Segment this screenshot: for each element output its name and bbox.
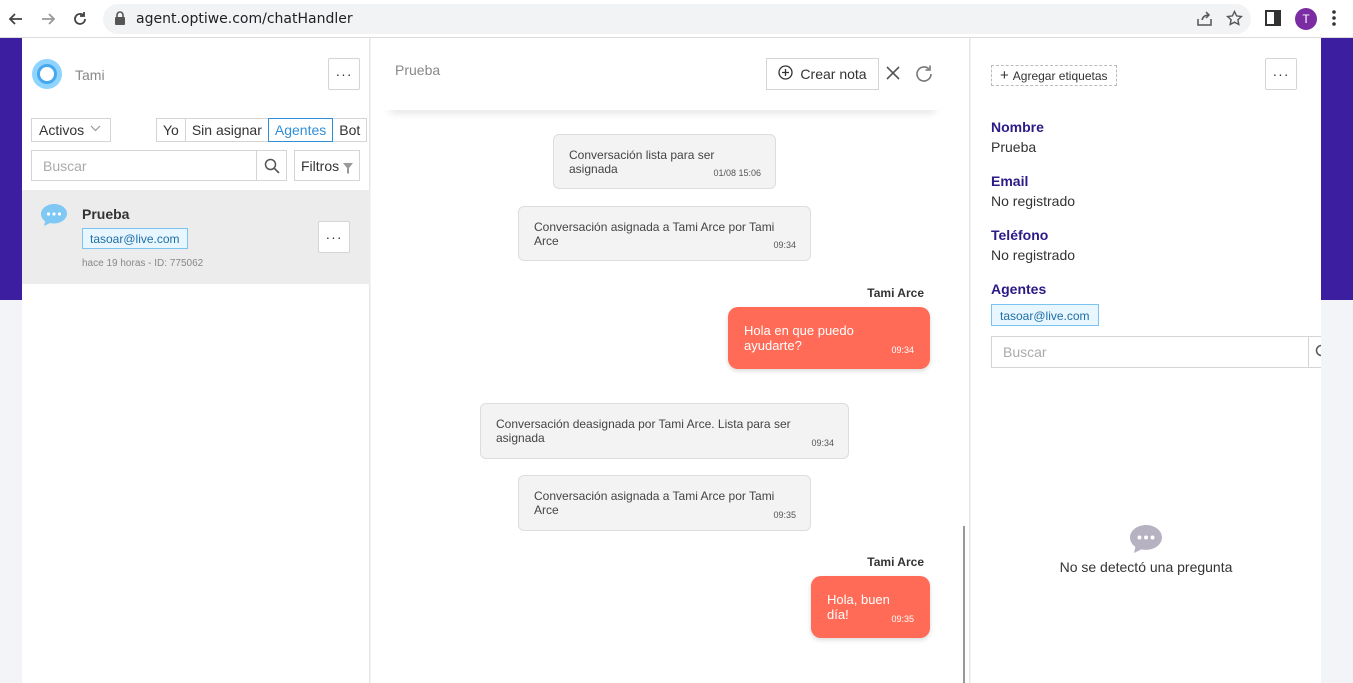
- empty-state-message: No se detectó una pregunta: [1059, 559, 1233, 575]
- conversation-list-panel: Tami ··· Activos Yo Sin asignar Agentes …: [22, 38, 370, 683]
- status-filter-select[interactable]: Activos: [31, 118, 111, 142]
- message-time: 09:34: [811, 438, 834, 448]
- system-message: Conversación asignada a Tami Arce por Ta…: [518, 206, 811, 261]
- background-band-right: [1320, 38, 1353, 300]
- share-icon[interactable]: [1196, 10, 1213, 32]
- system-message: Conversación deasignada por Tami Arce. L…: [480, 403, 849, 459]
- conversation-search: [31, 150, 287, 181]
- forward-arrow-icon[interactable]: [37, 8, 59, 30]
- message-time: 09:35: [773, 510, 796, 520]
- create-note-button[interactable]: Crear nota: [766, 58, 879, 90]
- kebab-menu-icon[interactable]: [1332, 9, 1336, 32]
- plus-circle-icon: [778, 65, 794, 83]
- search-icon[interactable]: [1308, 337, 1321, 367]
- chat-bubble-icon: [40, 203, 68, 232]
- system-message-text: Conversación deasignada por Tami Arce. L…: [496, 417, 791, 445]
- name-label: Nombre: [991, 119, 1044, 135]
- agent-message-text: Hola en que puedo ayudarte?: [744, 323, 854, 353]
- add-tags-label: Agregar etiquetas: [1012, 69, 1108, 83]
- message-time: 09:34: [773, 240, 796, 250]
- chat-panel: Prueba Crear nota Conversación lista par…: [371, 38, 970, 683]
- filter-bot[interactable]: Bot: [332, 118, 368, 142]
- system-message-text: Conversación asignada a Tami Arce por Ta…: [534, 220, 775, 248]
- conversation-title: Prueba: [82, 206, 130, 222]
- email-value: No registrado: [991, 193, 1076, 209]
- conversation-search-input[interactable]: [32, 151, 258, 180]
- agent-search-input[interactable]: [992, 337, 1302, 367]
- funnel-icon: [343, 161, 353, 177]
- close-icon[interactable]: [885, 65, 901, 86]
- assignment-filter-group: Yo Sin asignar Agentes Bot: [156, 118, 368, 142]
- header-shadow: [386, 98, 939, 110]
- side-panel-icon[interactable]: [1264, 9, 1282, 32]
- browser-toolbar: agent.optiwe.com/chatHandler T: [0, 0, 1353, 38]
- optiwe-logo-icon: [32, 59, 62, 89]
- message-time: 09:34: [891, 345, 914, 355]
- conversation-list-item[interactable]: Prueba tasoar@live.com hace 19 horas - I…: [22, 190, 370, 284]
- email-label: Email: [991, 173, 1029, 189]
- reload-icon[interactable]: [69, 8, 91, 30]
- agent-search: [991, 336, 1321, 368]
- agent-menu-button[interactable]: ···: [328, 58, 360, 90]
- contact-details-panel: + Agregar etiquetas ··· Nombre Prueba Em…: [971, 38, 1321, 683]
- agents-label: Agentes: [991, 281, 1047, 297]
- search-icon[interactable]: [256, 151, 286, 180]
- chevron-down-icon: [90, 123, 101, 135]
- create-note-label: Crear nota: [800, 66, 867, 82]
- system-message-text: Conversación lista para ser asignada: [569, 148, 715, 176]
- url-text[interactable]: agent.optiwe.com/chatHandler: [136, 11, 353, 27]
- status-filter-value: Activos: [39, 122, 85, 138]
- conversation-agent-tag: tasoar@live.com: [82, 228, 188, 249]
- filter-sin-asignar[interactable]: Sin asignar: [184, 118, 269, 142]
- back-arrow-icon[interactable]: [5, 8, 27, 30]
- profile-avatar[interactable]: T: [1295, 8, 1317, 30]
- filters-label: Filtros: [301, 158, 340, 174]
- message-sender: Tami Arce: [867, 555, 924, 569]
- message-time: 09:35: [891, 614, 914, 624]
- system-message: Conversación lista para ser asignada 01/…: [553, 134, 776, 189]
- lock-icon[interactable]: [114, 11, 126, 31]
- system-message-text: Conversación asignada a Tami Arce por Ta…: [534, 489, 775, 517]
- agent-name: Tami: [75, 67, 105, 83]
- filter-yo[interactable]: Yo: [156, 118, 186, 142]
- agent-message-text: Hola, buen día!: [827, 592, 890, 622]
- plus-icon: +: [1000, 67, 1009, 84]
- conversation-meta: hace 19 horas - ID: 775062: [82, 258, 204, 269]
- message-sender: Tami Arce: [867, 286, 924, 300]
- agent-message: Hola, buen día! 09:35: [811, 576, 930, 638]
- refresh-icon[interactable]: [914, 64, 934, 89]
- filter-agentes[interactable]: Agentes: [267, 118, 334, 142]
- assigned-agent-tag[interactable]: tasoar@live.com: [991, 304, 1099, 326]
- conversation-menu-button[interactable]: ···: [318, 221, 350, 253]
- name-value: Prueba: [991, 139, 1037, 155]
- star-icon[interactable]: [1226, 9, 1243, 32]
- chat-title: Prueba: [395, 62, 441, 78]
- phone-label: Teléfono: [991, 227, 1049, 243]
- filters-button[interactable]: Filtros: [294, 150, 360, 181]
- phone-value: No registrado: [991, 247, 1076, 263]
- agent-message: Hola en que puedo ayudarte? 09:34: [728, 307, 930, 369]
- chat-scrollbar[interactable]: [963, 526, 965, 683]
- message-time: 01/08 15:06: [713, 168, 761, 178]
- background-band-left: [0, 38, 22, 300]
- address-bar[interactable]: agent.optiwe.com/chatHandler: [103, 4, 1251, 34]
- contact-menu-button[interactable]: ···: [1265, 58, 1297, 90]
- chat-bubble-icon: [1129, 524, 1163, 559]
- system-message: Conversación asignada a Tami Arce por Ta…: [518, 475, 811, 531]
- add-tags-button[interactable]: + Agregar etiquetas: [991, 65, 1117, 86]
